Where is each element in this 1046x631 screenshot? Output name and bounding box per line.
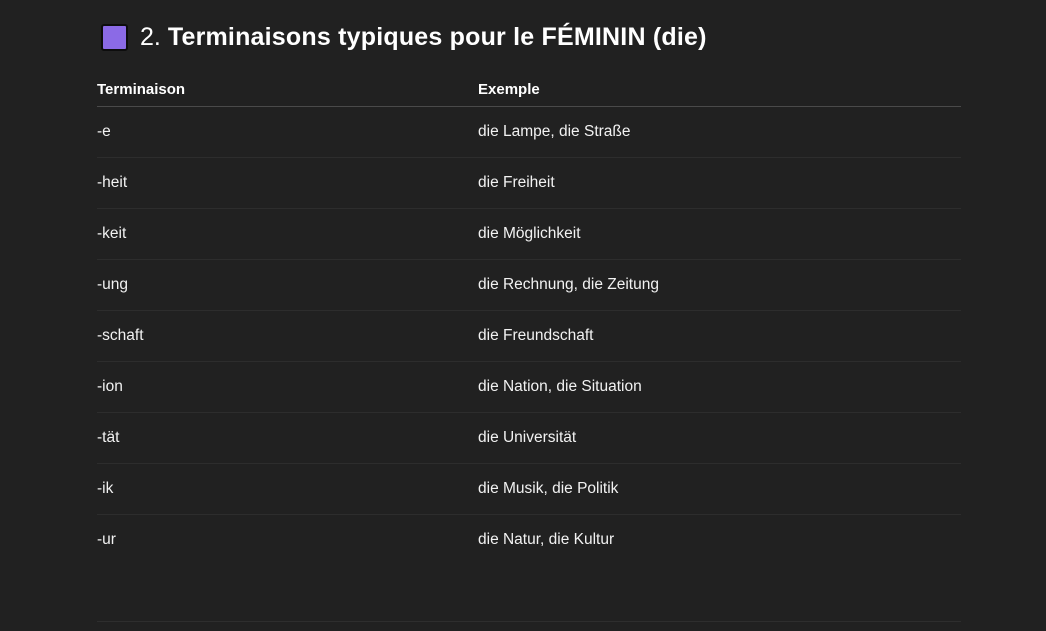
purple-square-icon [101,23,128,51]
table-row: -e die Lampe, die Straße [97,107,961,158]
table-row: -schaft die Freundschaft [97,311,961,362]
section-heading: 2. Terminaisons typiques pour le FÉMININ… [101,17,707,57]
ending-cell: -ion [97,378,123,395]
ending-cell: -e [97,123,111,140]
section-divider [97,621,961,622]
table-row: -ur die Natur, die Kultur [97,515,961,565]
ending-cell: -ur [97,531,116,548]
table-body: -e die Lampe, die Straße -heit die Freih… [97,107,961,565]
table-row: -heit die Freiheit [97,158,961,209]
example-cell: die Lampe, die Straße [478,123,631,140]
column-header-ending: Terminaison [97,80,186,98]
column-header-example: Exemple [478,80,540,98]
table-row: -ung die Rechnung, die Zeitung [97,260,961,311]
heading-title: Terminaisons typiques pour le FÉMININ (d… [167,22,707,51]
ending-cell: -tät [97,429,120,446]
ending-cell: -keit [97,225,127,242]
table-row: -keit die Möglichkeit [97,209,961,260]
heading-number: 2. [140,22,161,51]
table-row: -tät die Universität [97,413,961,464]
table-header-row: Terminaison Exemple [97,72,961,107]
table-row: -ion die Nation, die Situation [97,362,961,413]
endings-table: Terminaison Exemple -e die Lampe, die St… [97,72,961,565]
example-cell: die Natur, die Kultur [478,531,615,548]
ending-cell: -schaft [97,327,144,344]
example-cell: die Rechnung, die Zeitung [478,276,659,293]
example-cell: die Freundschaft [478,327,594,344]
example-cell: die Universität [478,429,577,446]
example-cell: die Musik, die Politik [478,480,619,497]
ending-cell: -ik [97,480,114,497]
table-row: -ik die Musik, die Politik [97,464,961,515]
example-cell: die Möglichkeit [478,225,581,242]
ending-cell: -ung [97,276,129,293]
example-cell: die Freiheit [478,174,555,191]
example-cell: die Nation, die Situation [478,378,642,395]
ending-cell: -heit [97,174,128,191]
